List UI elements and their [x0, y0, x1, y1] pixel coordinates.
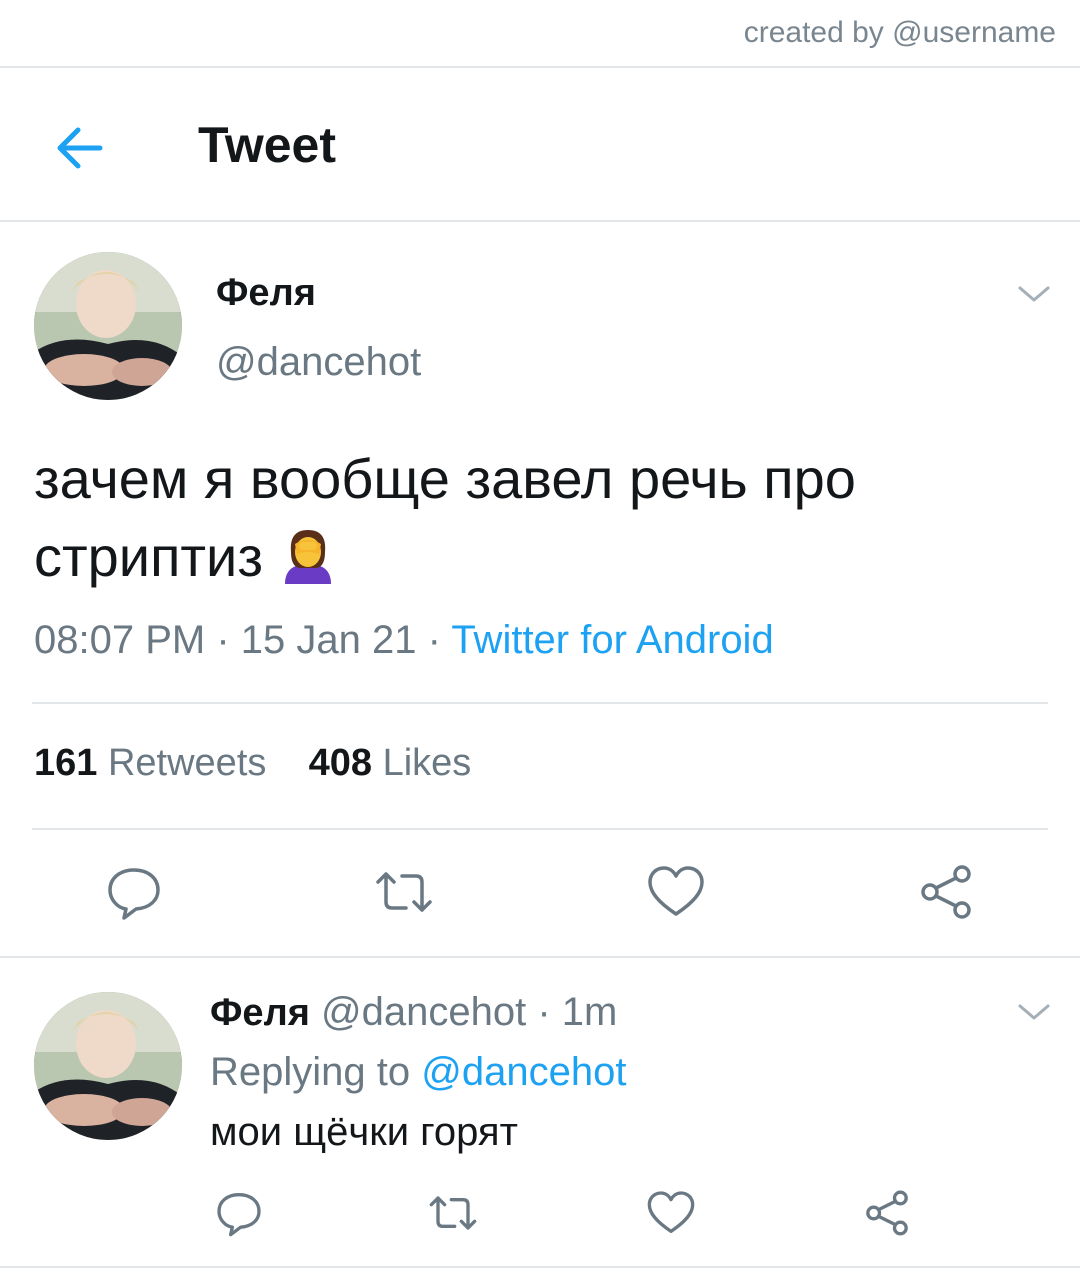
meta-separator: · [216, 618, 241, 662]
tweet-time: 08:07 PM [34, 618, 206, 662]
author-handle[interactable]: @dancehot [216, 340, 421, 385]
share-icon[interactable] [862, 1188, 912, 1238]
likes-count: 408 [308, 742, 373, 784]
likes-label: Likes [382, 742, 472, 784]
retweets-count: 161 [34, 742, 98, 784]
chevron-down-icon[interactable] [1016, 282, 1052, 306]
woman-facepalming-icon [277, 524, 339, 586]
replying-handle-link[interactable]: @dancehot [421, 1050, 626, 1094]
back-arrow-icon[interactable] [48, 118, 108, 178]
heart-icon[interactable] [646, 1188, 696, 1238]
header-divider [0, 220, 1080, 222]
tweet-text: зачем я вообще завел речь про стриптиз [34, 440, 1034, 596]
divider [0, 956, 1080, 958]
heart-icon[interactable] [646, 862, 706, 922]
reply-icon[interactable] [104, 862, 164, 922]
replying-to: Replying to @dancehot [210, 1050, 626, 1095]
tweet-date: 15 Jan 21 [240, 618, 417, 662]
avatar[interactable] [34, 252, 182, 400]
tweet-source-link[interactable]: Twitter for Android [451, 618, 773, 662]
reply-avatar[interactable] [34, 992, 182, 1140]
reply-icon[interactable] [214, 1188, 264, 1238]
divider [0, 66, 1080, 68]
retweets-label: Retweets [107, 742, 267, 784]
divider [32, 702, 1048, 704]
divider [0, 1266, 1080, 1268]
page-title: Tweet [198, 117, 336, 173]
retweet-icon[interactable] [374, 862, 434, 922]
divider [32, 828, 1048, 830]
reply-text: мои щёчки горят [210, 1110, 518, 1154]
author-name[interactable]: Феля [216, 272, 316, 315]
reply-author-handle[interactable]: @dancehot [321, 990, 526, 1034]
watermark-text: created by @username [743, 16, 1056, 49]
share-icon[interactable] [916, 862, 976, 922]
reply-header: Феля @dancehot · 1m [210, 990, 617, 1035]
replying-prefix: Replying to [210, 1050, 411, 1094]
reply-age: 1m [561, 990, 618, 1034]
tweet-meta: 08:07 PM · 15 Jan 21 · Twitter for Andro… [34, 618, 774, 663]
meta-separator: · [427, 618, 452, 662]
tweet-stats: 161 Retweets 408 Likes [34, 742, 471, 785]
retweets-stat[interactable]: 161 Retweets [34, 742, 266, 784]
tweet-body: зачем я вообще завел речь про стриптиз [34, 447, 856, 588]
reply-author-name[interactable]: Феля [210, 992, 310, 1034]
chevron-down-icon[interactable] [1016, 1000, 1052, 1024]
retweet-icon[interactable] [428, 1188, 478, 1238]
likes-stat[interactable]: 408 Likes [309, 742, 472, 784]
meta-separator: · [537, 990, 562, 1034]
